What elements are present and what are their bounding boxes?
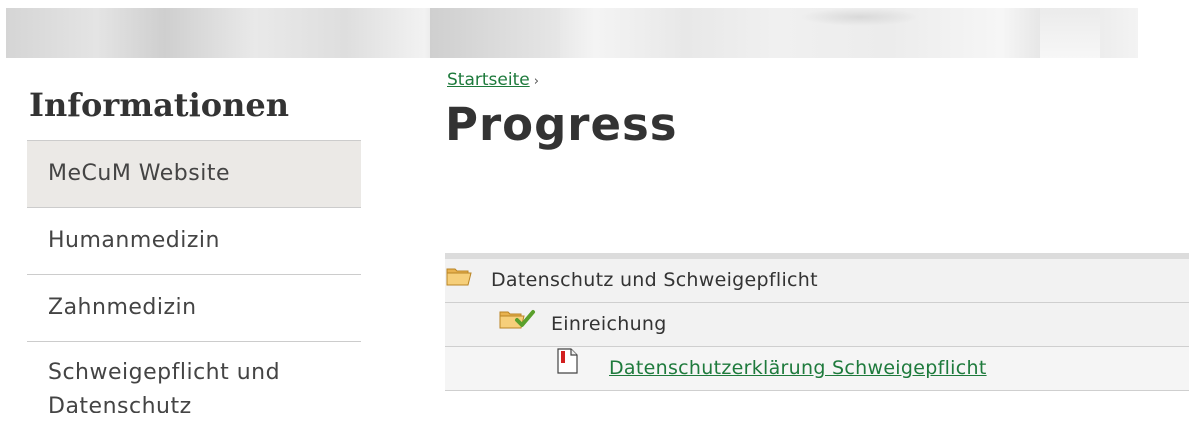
header-image-highlight-2 — [1040, 8, 1100, 58]
sidebar-item-zahnmedizin[interactable]: Zahnmedizin — [27, 274, 361, 341]
header-banner — [0, 0, 1189, 58]
tree-row-label: Datenschutz und Schweigepflicht — [491, 269, 818, 291]
sidebar-item-schweigepflicht-datenschutz[interactable]: Schweigepflicht und Datenschutz — [27, 341, 361, 413]
header-image-highlight — [800, 8, 920, 26]
progress-tree: Datenschutz und Schweigepflicht Einreich… — [445, 253, 1189, 391]
sidebar-heading: Informationen — [29, 86, 289, 124]
sidebar-item-mecum-website[interactable]: MeCuM Website — [27, 140, 361, 207]
main-content: Startseite › Progress Datenschutz und Sch… — [445, 60, 1189, 391]
breadcrumb-separator: › — [533, 74, 539, 89]
folder-check-icon — [499, 303, 543, 346]
document-link[interactable]: Datenschutzerklärung Schweigepflicht — [609, 347, 987, 390]
page-title: Progress — [445, 98, 678, 151]
header-image-shade — [430, 8, 560, 58]
sidebar-item-humanmedizin[interactable]: Humanmedizin — [27, 207, 361, 274]
breadcrumb: Startseite › — [445, 60, 1189, 100]
folder-open-icon — [446, 259, 472, 302]
tree-row-datenschutzerklaerung[interactable]: Datenschutzerklärung Schweigepflicht — [445, 347, 1189, 391]
tree-row-label: Einreichung — [551, 313, 667, 335]
document-icon — [555, 347, 579, 390]
sidebar: Informationen MeCuM Website Humanmedizin… — [27, 78, 361, 413]
tree-row-einreichung[interactable]: Einreichung — [445, 303, 1189, 347]
tree-row-datenschutz[interactable]: Datenschutz und Schweigepflicht — [445, 259, 1189, 303]
breadcrumb-home-link[interactable]: Startseite — [447, 70, 530, 90]
header-image — [6, 8, 1138, 58]
